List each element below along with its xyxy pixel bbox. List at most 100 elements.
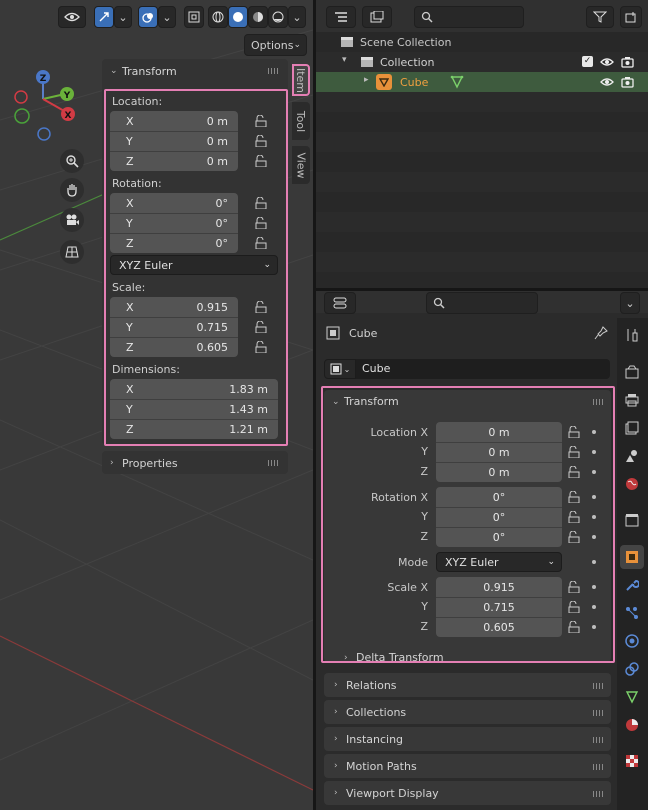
- eye-icon[interactable]: [600, 57, 614, 67]
- camera-render-icon[interactable]: [621, 56, 634, 68]
- drag-grip-icon[interactable]: [593, 683, 605, 689]
- tab-physics[interactable]: [620, 629, 644, 653]
- lock-icon[interactable]: [567, 466, 581, 478]
- tab-particles[interactable]: [620, 601, 644, 625]
- gizmo-toggle-button[interactable]: [94, 6, 114, 28]
- area-split-border[interactable]: [313, 0, 316, 810]
- overlays-toggle-button[interactable]: [138, 6, 158, 28]
- lock-location-x-icon[interactable]: [254, 115, 268, 127]
- prop-location-z-field[interactable]: 0 m: [436, 462, 562, 482]
- tab-texture[interactable]: [620, 749, 644, 773]
- camera-view-button[interactable]: [60, 208, 84, 232]
- lock-icon[interactable]: [567, 621, 581, 633]
- rotation-y-field[interactable]: Y 0°: [110, 213, 238, 233]
- prop-location-y-field[interactable]: 0 m: [436, 442, 562, 462]
- lock-scale-x-icon[interactable]: [254, 301, 268, 313]
- keyframe-dot-icon[interactable]: [592, 495, 596, 499]
- properties-panel[interactable]: › Properties: [102, 451, 288, 474]
- keyframe-dot-icon[interactable]: [592, 625, 596, 629]
- perspective-toggle-button[interactable]: [60, 240, 84, 264]
- tab-collection[interactable]: [620, 508, 644, 532]
- keyframe-dot-icon[interactable]: [592, 535, 596, 539]
- navigation-gizmo[interactable]: Z Y X: [8, 64, 88, 144]
- scale-z-field[interactable]: Z 0.605: [110, 337, 238, 357]
- filter-button[interactable]: [586, 6, 614, 28]
- outliner-row-collection[interactable]: ▾ Collection ✓: [316, 52, 648, 72]
- transform-panel-header[interactable]: ⌄ Transform: [102, 59, 288, 83]
- prop-rotation-x-field[interactable]: 0°: [436, 487, 562, 507]
- tab-object[interactable]: [620, 545, 644, 569]
- lock-icon[interactable]: [567, 491, 581, 503]
- dimensions-x-field[interactable]: X 1.83 m: [110, 379, 278, 399]
- camera-render-icon[interactable]: [621, 76, 634, 88]
- display-mode-button[interactable]: [362, 6, 392, 28]
- gizmo-dropdown[interactable]: ⌄: [114, 6, 132, 28]
- new-collection-button[interactable]: [620, 6, 642, 28]
- object-name-field[interactable]: Cube: [356, 359, 610, 379]
- shading-rendered-button[interactable]: [268, 6, 288, 28]
- keyframe-dot-icon[interactable]: [592, 585, 596, 589]
- collections-panel[interactable]: › Collections: [324, 700, 611, 724]
- location-z-field[interactable]: Z 0 m: [110, 151, 238, 171]
- keyframe-dot-icon[interactable]: [592, 470, 596, 474]
- outliner-row-scene-collection[interactable]: Scene Collection: [316, 32, 648, 52]
- 3d-viewport[interactable]: ⌄ ⌄ ⌄ Options ⌄ Z Y X ⌄ Transform Locati…: [0, 0, 313, 810]
- lock-scale-y-icon[interactable]: [254, 321, 268, 333]
- tab-material[interactable]: [620, 713, 644, 737]
- overlays-dropdown[interactable]: ⌄: [158, 6, 176, 28]
- options-dropdown[interactable]: Options ⌄: [244, 34, 307, 56]
- zoom-button[interactable]: [60, 149, 84, 173]
- tab-world[interactable]: [620, 472, 644, 496]
- lock-rotation-z-icon[interactable]: [254, 237, 268, 249]
- shading-wireframe-button[interactable]: [208, 6, 228, 28]
- rotation-mode-dropdown[interactable]: XYZ Euler ⌄: [110, 255, 278, 275]
- keyframe-dot-icon[interactable]: [592, 430, 596, 434]
- tab-data[interactable]: [620, 685, 644, 709]
- rotation-z-field[interactable]: Z 0°: [110, 233, 238, 253]
- pan-button[interactable]: [60, 178, 84, 202]
- eye-icon[interactable]: [600, 77, 614, 87]
- lock-icon[interactable]: [567, 426, 581, 438]
- editor-type-button[interactable]: [326, 6, 356, 28]
- tab-render[interactable]: [620, 360, 644, 384]
- tab-view-layer[interactable]: [620, 416, 644, 440]
- delta-transform-subpanel[interactable]: › Delta Transform: [344, 651, 444, 664]
- tab-output[interactable]: [620, 388, 644, 412]
- keyframe-dot-icon[interactable]: [592, 560, 596, 564]
- lock-scale-z-icon[interactable]: [254, 341, 268, 353]
- outliner-search-input[interactable]: [414, 6, 524, 28]
- dimensions-z-field[interactable]: Z 1.21 m: [110, 419, 278, 439]
- drag-grip-icon[interactable]: [593, 791, 605, 797]
- object-browse-button[interactable]: ⌄: [324, 359, 356, 379]
- instancing-panel[interactable]: › Instancing: [324, 727, 611, 751]
- exclude-checkbox[interactable]: ✓: [582, 56, 593, 67]
- lock-icon[interactable]: [567, 601, 581, 613]
- lock-icon[interactable]: [567, 531, 581, 543]
- drag-grip-icon[interactable]: [593, 737, 605, 743]
- shading-dropdown[interactable]: ⌄: [288, 6, 306, 28]
- tab-modifiers[interactable]: [620, 573, 644, 597]
- relations-panel[interactable]: › Relations: [324, 673, 611, 697]
- prop-rotation-mode-dropdown[interactable]: XYZ Euler ⌄: [436, 552, 562, 572]
- scale-y-field[interactable]: Y 0.715: [110, 317, 238, 337]
- properties-options-dropdown[interactable]: ⌄: [620, 292, 640, 314]
- drag-grip-icon[interactable]: [268, 460, 280, 466]
- keyframe-dot-icon[interactable]: [592, 515, 596, 519]
- viewport-display-panel[interactable]: › Viewport Display: [324, 781, 611, 805]
- prop-scale-z-field[interactable]: 0.605: [436, 617, 562, 637]
- tab-constraints[interactable]: [620, 657, 644, 681]
- shading-material-button[interactable]: [248, 6, 268, 28]
- pin-icon[interactable]: [594, 326, 608, 340]
- keyframe-dot-icon[interactable]: [592, 605, 596, 609]
- drag-grip-icon[interactable]: [268, 68, 280, 74]
- prop-rotation-z-field[interactable]: 0°: [436, 527, 562, 547]
- xray-toggle-button[interactable]: [184, 6, 204, 28]
- area-split-border[interactable]: [316, 288, 648, 291]
- scale-x-field[interactable]: X 0.915: [110, 297, 238, 317]
- outliner-row-cube[interactable]: ▸ Cube: [316, 72, 648, 92]
- tab-tool-settings[interactable]: [620, 323, 644, 347]
- prop-location-x-field[interactable]: 0 m: [436, 422, 562, 442]
- shading-solid-button[interactable]: [228, 6, 248, 28]
- lock-icon[interactable]: [567, 581, 581, 593]
- prop-rotation-y-field[interactable]: 0°: [436, 507, 562, 527]
